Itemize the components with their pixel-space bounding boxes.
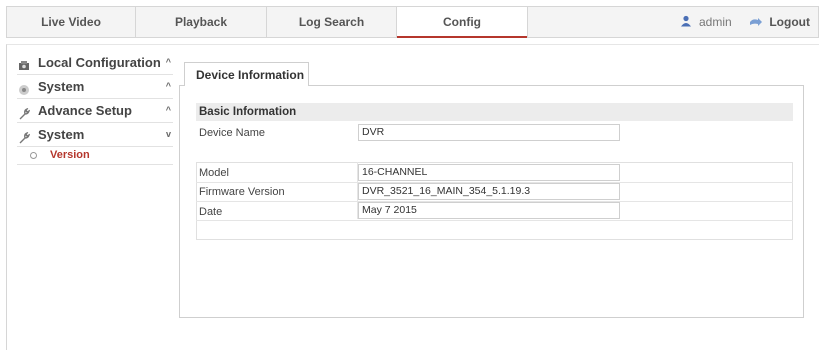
sidebar: Local Configuration ^ System ^ Advance S… (17, 51, 173, 165)
tab-log-search[interactable]: Log Search (267, 7, 397, 37)
sidebar-item-system-2[interactable]: System v (17, 123, 173, 147)
local-config-icon (18, 56, 30, 70)
tab-playback[interactable]: Playback (136, 7, 267, 37)
user-icon (680, 8, 692, 38)
wrench-icon (18, 104, 31, 120)
sidebar-item-label: Local Configuration (38, 55, 161, 70)
logout-label: Logout (769, 15, 810, 29)
username: admin (698, 15, 732, 29)
tab-label: Playback (174, 15, 228, 29)
firmware-version-field: DVR_3521_16_MAIN_354_5.1.19.3 (358, 183, 620, 200)
tab-label: Log Search (298, 15, 365, 29)
sidebar-item-label: Advance Setup (38, 103, 132, 118)
bullet-icon (30, 152, 37, 159)
tab-live-video[interactable]: Live Video (7, 7, 136, 37)
logout-icon (749, 8, 763, 38)
row-divider (196, 220, 793, 221)
device-name-label: Device Name (199, 127, 266, 139)
sidebar-item-label: System (38, 127, 85, 142)
chevron-up-icon: ^ (165, 81, 171, 91)
date-field: May 7 2015 (358, 202, 620, 219)
firmware-version-label: Firmware Version (199, 186, 285, 198)
user-area: admin Logout (680, 7, 810, 37)
model-label: Model (199, 167, 229, 179)
sidebar-subitem-version[interactable]: Version (17, 147, 173, 165)
tab-label: Device Information (196, 68, 305, 82)
tab-label: Live Video (41, 15, 101, 29)
chevron-up-icon: ^ (165, 105, 171, 115)
wrench-icon (18, 128, 31, 144)
chevron-down-icon: v (165, 129, 171, 139)
system-icon (18, 80, 30, 95)
logout-button[interactable]: Logout (749, 15, 810, 29)
sidebar-item-label: System (38, 79, 85, 94)
tab-device-information[interactable]: Device Information (184, 62, 309, 86)
device-name-field[interactable]: DVR (358, 124, 620, 141)
tab-label: Config (443, 15, 481, 29)
date-label: Date (199, 206, 223, 218)
sidebar-item-system[interactable]: System ^ (17, 75, 173, 99)
tab-config[interactable]: Config (397, 7, 528, 38)
section-title: Basic Information (199, 106, 297, 118)
sidebar-subitem-label: Version (50, 149, 90, 161)
sidebar-item-advance-setup[interactable]: Advance Setup ^ (17, 99, 173, 123)
model-field: 16-CHANNEL (358, 164, 620, 181)
chevron-up-icon: ^ (165, 57, 171, 67)
sidebar-item-local-configuration[interactable]: Local Configuration ^ (17, 51, 173, 75)
top-nav-bar: Live Video Playback Log Search Config ad… (6, 6, 819, 38)
